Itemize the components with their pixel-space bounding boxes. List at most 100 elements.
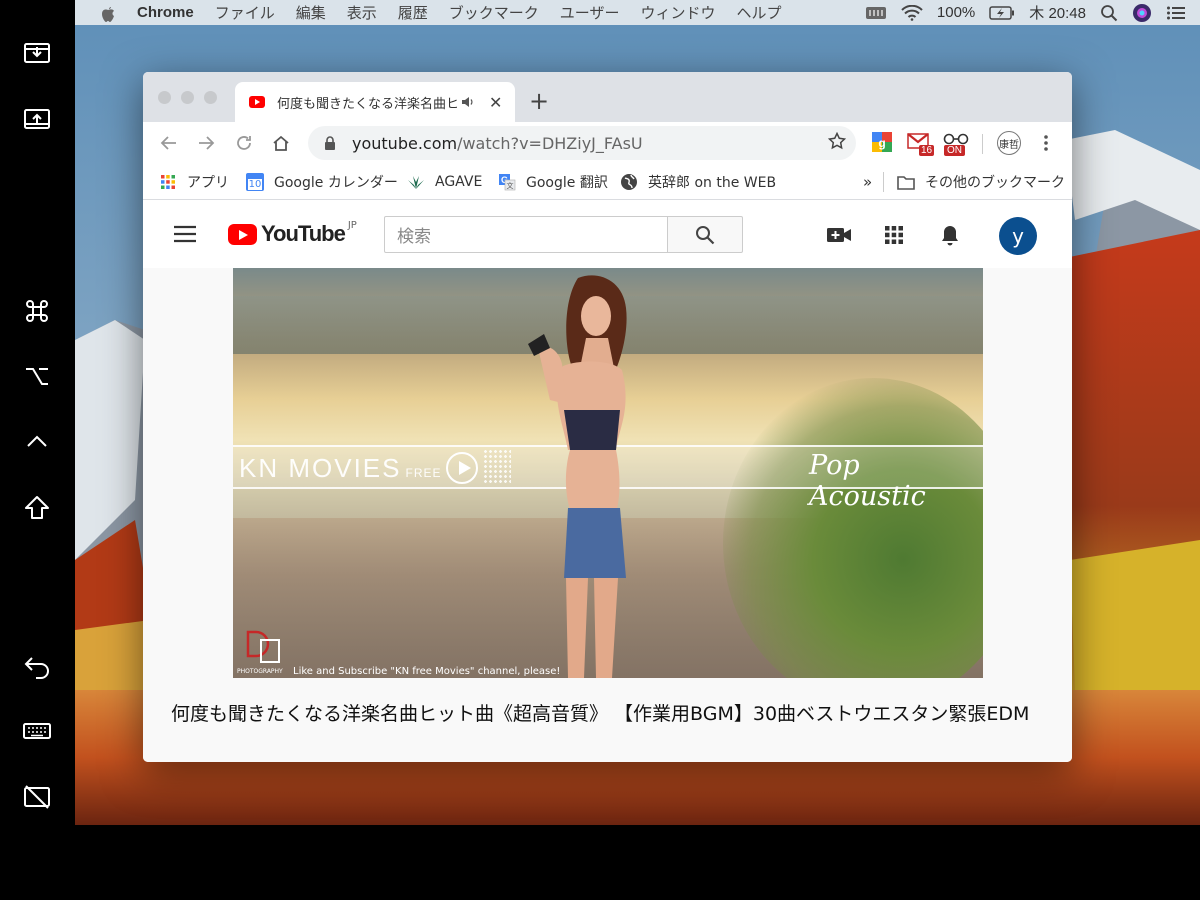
bookmark-label: Google カレンダー (274, 175, 398, 191)
google-extension-icon[interactable]: g (871, 131, 893, 157)
reload-icon (237, 136, 251, 150)
home-button[interactable] (269, 131, 293, 155)
url-path: /watch?v=DHZiyJ_FAsU (457, 133, 643, 153)
bookmark-other-folder[interactable]: その他のブックマーク (897, 164, 1065, 200)
undo-button[interactable] (17, 646, 57, 686)
menu-view[interactable]: 表示 (347, 2, 377, 23)
menu-help[interactable]: ヘルプ (736, 2, 781, 23)
youtube-search-input[interactable]: 検索 (384, 216, 668, 253)
menu-window[interactable]: ウィンドウ (640, 2, 715, 23)
menu-history[interactable]: 履歴 (398, 2, 428, 23)
close-tab-icon[interactable]: ✕ (489, 93, 502, 112)
gmail-checker-icon[interactable]: 16 (907, 131, 937, 163)
disconnect-display-button[interactable] (17, 777, 57, 817)
youtube-apps-button[interactable] (881, 222, 907, 248)
agave-leaf-icon (407, 173, 425, 191)
hamburger-menu-icon (174, 225, 196, 243)
guide-menu-button[interactable] (173, 225, 197, 247)
youtube-logo-text: YouTube (261, 221, 346, 246)
sidecar-sidebar (0, 0, 75, 900)
import-icon (24, 43, 50, 63)
chrome-menu-icon[interactable] (1043, 134, 1049, 156)
forward-button[interactable] (194, 131, 218, 155)
apps-grid-icon (159, 173, 177, 191)
keyboard-button[interactable] (17, 711, 57, 751)
menu-bookmarks[interactable]: ブックマーク (449, 2, 539, 23)
search-placeholder: 検索 (397, 227, 431, 247)
memory-icon[interactable] (865, 5, 887, 21)
brand-play-icon (445, 452, 478, 484)
siri-icon[interactable] (1132, 3, 1152, 23)
menu-edit[interactable]: 編集 (296, 2, 326, 23)
bookmark-apps[interactable]: アプリ (159, 164, 229, 200)
bookmark-label: その他のブックマーク (925, 175, 1065, 191)
minimize-window-button[interactable] (181, 91, 194, 104)
video-brand-watermark: KN MOVIES FREE (239, 452, 478, 484)
menubar-status-area: 100% 木 20:48 (865, 2, 1186, 23)
bookmark-agave[interactable]: AGAVE (407, 164, 482, 200)
back-button[interactable] (157, 131, 181, 155)
tab-youtube[interactable]: 何度も聞きたくなる洋楽名曲ヒ ✕ (235, 82, 515, 122)
youtube-page: YouTube JP 検索 y KN MOVIES FREE Pop Acous… (143, 201, 1072, 762)
reload-button[interactable] (232, 131, 256, 155)
import-button[interactable] (17, 33, 57, 73)
new-tab-button[interactable]: + (529, 89, 549, 113)
zoom-window-button[interactable] (204, 91, 217, 104)
desktop-wallpaper: Chrome ファイル 編集 表示 履歴 ブックマーク ユーザー ウィンドウ ヘ… (75, 0, 1200, 825)
menu-file[interactable]: ファイル (215, 2, 275, 23)
video-player[interactable]: KN MOVIES FREE Pop Acoustic PHOTOGRAPHY … (233, 268, 983, 678)
account-avatar[interactable]: y (999, 217, 1037, 255)
option-key-icon (26, 368, 48, 385)
bookmark-star-icon[interactable] (827, 131, 847, 154)
mac-menubar: Chrome ファイル 編集 表示 履歴 ブックマーク ユーザー ウィンドウ ヘ… (75, 0, 1200, 25)
profile-button[interactable]: 康哲 (997, 131, 1021, 155)
bottom-bar (75, 825, 1200, 900)
youtube-play-logo-icon (228, 223, 257, 245)
apple-menu[interactable] (97, 4, 119, 22)
menubar-clock[interactable]: 木 20:48 (1029, 2, 1086, 23)
youtube-header: YouTube JP 検索 y (143, 201, 1072, 268)
wifi-icon[interactable] (901, 4, 923, 21)
bookmark-eijiro[interactable]: 英辞郎 on the WEB (620, 164, 776, 200)
spotlight-search-icon[interactable] (1100, 4, 1118, 22)
browser-toolbar: youtube.com/watch?v=DHZiyJ_FAsU g 16 ON … (143, 122, 1072, 164)
youtube-search-button[interactable] (667, 216, 743, 253)
translate-icon: G文 (498, 173, 516, 191)
subscribe-caption: Like and Subscribe "KN free Movies" chan… (293, 666, 561, 677)
address-bar[interactable]: youtube.com/watch?v=DHZiyJ_FAsU (308, 126, 856, 160)
youtube-favicon-icon (249, 96, 265, 108)
globe-icon (620, 173, 638, 191)
home-icon (273, 135, 289, 151)
bookmark-google-translate[interactable]: G文 Google 翻訳 (498, 164, 608, 200)
forward-arrow-icon (199, 136, 215, 150)
notifications-button[interactable] (937, 222, 963, 248)
audio-playing-icon[interactable] (461, 96, 475, 108)
video-title: 何度も聞きたくなる洋楽名曲ヒット曲《超高音質》 【作業用BGM】30曲ベストウエ… (171, 703, 1030, 725)
create-video-button[interactable] (826, 222, 852, 248)
youtube-logo[interactable]: YouTube JP (228, 220, 357, 247)
export-button[interactable] (17, 99, 57, 139)
battery-charging-icon[interactable] (989, 5, 1015, 20)
calendar-icon: 10 (246, 173, 264, 191)
control-key-button[interactable] (17, 421, 57, 461)
notification-center-icon[interactable] (1166, 5, 1186, 21)
photo-credit: PHOTOGRAPHY (237, 668, 283, 675)
bookmark-label: 英辞郎 on the WEB (648, 175, 777, 191)
profile-name: 康哲 (999, 139, 1019, 151)
menu-app-name[interactable]: Chrome (137, 4, 194, 21)
shift-key-button[interactable] (17, 488, 57, 528)
battery-percent: 100% (936, 4, 976, 21)
option-key-button[interactable] (17, 356, 57, 396)
dq-logo-icon (246, 630, 280, 663)
close-window-button[interactable] (158, 91, 171, 104)
menu-people[interactable]: ユーザー (560, 2, 620, 23)
export-icon (24, 109, 50, 129)
lock-icon[interactable] (322, 136, 338, 150)
bookmark-google-calendar[interactable]: 10 Google カレンダー (246, 164, 398, 200)
command-key-icon (26, 300, 48, 322)
bookmarks-overflow-button[interactable]: » (863, 164, 872, 200)
command-key-button[interactable] (17, 291, 57, 331)
bookmark-label: Google 翻訳 (526, 175, 608, 191)
toggle-extension-icon[interactable]: ON (943, 131, 969, 156)
video-camera-plus-icon (827, 228, 851, 242)
